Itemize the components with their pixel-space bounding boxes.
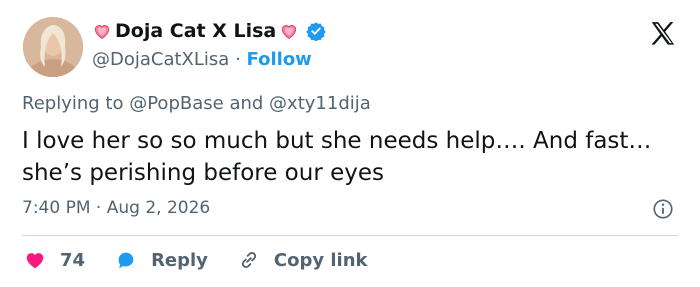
pink-heart-icon [94, 25, 110, 40]
tweet-timestamp[interactable]: 7:40 PM · Aug 2, 2026 [22, 198, 210, 218]
mention-link[interactable]: @xty11dija [269, 93, 371, 114]
x-logo-icon[interactable] [648, 19, 678, 49]
author-display-name: Doja Cat X Lisa [115, 20, 277, 42]
speech-bubble-icon [118, 252, 134, 269]
separator: · [95, 198, 102, 218]
author-handle-row: @DojaCatXLisa · Follow [92, 49, 312, 70]
author-handle[interactable]: @DojaCatXLisa [92, 49, 229, 70]
avatar[interactable] [23, 17, 83, 77]
follow-button[interactable]: Follow [247, 49, 312, 70]
tweet-text: I love her so so much but she needs help… [22, 128, 652, 186]
link-icon [241, 252, 256, 268]
replying-to: Replying to @PopBase and @xty11dija [22, 93, 371, 114]
action-bar: 74 Reply Copy link [24, 247, 398, 273]
reply-button[interactable]: Reply [115, 249, 208, 271]
separator: · [235, 49, 241, 70]
tweet-date: Aug 2, 2026 [106, 198, 211, 218]
mention-link[interactable]: @PopBase [129, 93, 223, 114]
tweet-time: 7:40 PM [22, 198, 91, 218]
verified-badge-icon [306, 22, 326, 41]
heart-icon [26, 253, 44, 269]
like-count: 74 [60, 249, 86, 271]
replying-prefix: Replying to [22, 93, 124, 114]
copy-link-label: Copy link [273, 249, 368, 271]
info-icon[interactable] [652, 198, 674, 220]
like-button[interactable]: 74 [24, 249, 85, 271]
reply-label: Reply [151, 249, 208, 271]
divider [22, 235, 678, 236]
replying-conjunction: and [229, 93, 264, 114]
pink-heart-icon [282, 25, 297, 40]
author-name-row[interactable]: Doja Cat X Lisa [92, 20, 326, 42]
copy-link-button[interactable]: Copy link [238, 249, 368, 271]
